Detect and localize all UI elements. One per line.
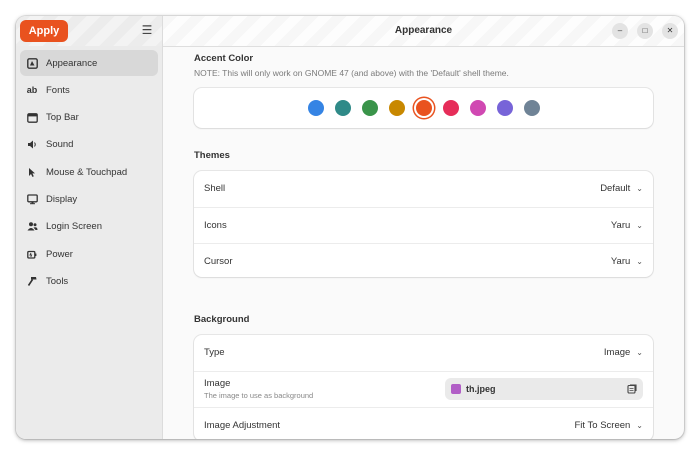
image-file-icon	[451, 384, 461, 395]
themes-card: Shell Default ⌄ Icons Yaru ⌄ Cursor Yaru…	[194, 171, 653, 277]
sidebar-item-label: Login Screen	[46, 221, 102, 233]
apply-button[interactable]: Apply	[20, 20, 68, 42]
image-adjustment-value: Fit To Screen	[574, 420, 631, 432]
accent-swatch-5[interactable]	[415, 100, 432, 116]
sidebar-item-label: Mouse & Touchpad	[46, 166, 128, 178]
icons-value: Yaru	[610, 219, 631, 231]
cursor-row[interactable]: Cursor Yaru ⌄	[194, 244, 653, 280]
image-sublabel: The image to use as background	[204, 391, 314, 401]
sidebar-item-sound[interactable]: Sound	[20, 132, 158, 158]
chevron-down-icon: ⌄	[636, 257, 643, 267]
background-card: Type Image ⌄ Image The image to use as b…	[194, 335, 653, 439]
cursor-dropdown[interactable]: Yaru ⌄	[611, 256, 643, 267]
sidebar-item-label: Appearance	[46, 57, 98, 69]
document-open-icon	[627, 384, 637, 394]
image-label: Image	[204, 378, 231, 390]
icons-row[interactable]: Icons Yaru ⌄	[194, 208, 653, 244]
type-value: Image	[603, 347, 631, 359]
sidebar-item-label: Sound	[46, 139, 74, 151]
accent-color-note: NOTE: This will only work on GNOME 47 (a…	[194, 68, 509, 78]
chevron-down-icon: ⌄	[636, 220, 643, 230]
sidebar-item-label: Display	[46, 193, 78, 205]
icons-dropdown[interactable]: Yaru ⌄	[611, 220, 643, 231]
sidebar-nav: Appearance ab Fonts Top Bar Sound Mouse …	[16, 50, 162, 294]
shell-dropdown[interactable]: Default ⌄	[600, 183, 643, 194]
accent-swatch-group	[194, 88, 653, 128]
accent-swatch-9[interactable]	[523, 100, 540, 116]
header-bar: Appearance – □ ✕	[163, 16, 684, 47]
sound-icon	[26, 139, 38, 151]
image-adjustment-label: Image Adjustment	[204, 420, 281, 432]
accent-swatch-1[interactable]	[307, 100, 324, 116]
display-icon	[26, 193, 38, 205]
chevron-down-icon: ⌄	[636, 421, 643, 431]
hamburger-menu-icon[interactable]: ☰	[141, 23, 153, 37]
themes-title: Themes	[194, 150, 230, 161]
shell-row[interactable]: Shell Default ⌄	[194, 171, 653, 208]
shell-label: Shell	[204, 183, 226, 195]
type-label: Type	[204, 347, 225, 359]
icons-label: Icons	[204, 219, 227, 231]
image-row: Image The image to use as background th.…	[194, 372, 653, 408]
power-plug-icon	[26, 248, 38, 260]
accent-swatch-6[interactable]	[442, 100, 459, 116]
appearance-icon	[26, 57, 38, 69]
background-title: Background	[194, 314, 250, 325]
image-file-chooser-button[interactable]: th.jpeg	[445, 378, 643, 401]
maximize-icon[interactable]: □	[637, 23, 653, 39]
type-row[interactable]: Type Image ⌄	[194, 335, 653, 372]
sidebar-header: Apply ☰	[16, 16, 162, 46]
sidebar: Apply ☰ Appearance ab Fonts Top Bar Soun…	[16, 16, 163, 439]
sidebar-item-fonts[interactable]: ab Fonts	[20, 77, 158, 103]
accent-swatch-7[interactable]	[469, 100, 486, 116]
sidebar-item-top-bar[interactable]: Top Bar	[20, 105, 158, 131]
close-icon[interactable]: ✕	[662, 23, 678, 39]
cursor-label: Cursor	[204, 256, 233, 268]
mouse-pointer-icon	[26, 166, 38, 178]
image-adjustment-dropdown[interactable]: Fit To Screen ⌄	[575, 420, 644, 431]
sidebar-item-label: Top Bar	[46, 112, 79, 124]
accent-color-title: Accent Color	[194, 53, 254, 64]
sidebar-item-tools[interactable]: Tools	[20, 268, 158, 294]
sidebar-item-display[interactable]: Display	[20, 186, 158, 212]
accent-swatch-4[interactable]	[388, 100, 405, 116]
page-title: Appearance	[394, 25, 453, 36]
chevron-down-icon: ⌄	[636, 348, 643, 358]
app-window: Apply ☰ Appearance ab Fonts Top Bar Soun…	[16, 16, 684, 439]
minimize-icon[interactable]: –	[612, 23, 628, 39]
image-label-group: Image The image to use as background	[204, 378, 313, 400]
sidebar-item-login-screen[interactable]: Login Screen	[20, 214, 158, 240]
file-name-group: th.jpeg	[451, 384, 496, 395]
sidebar-item-label: Fonts	[46, 84, 70, 96]
sidebar-item-power[interactable]: Power	[20, 241, 158, 267]
sidebar-item-label: Power	[46, 248, 73, 260]
accent-swatch-8[interactable]	[496, 100, 513, 116]
top-bar-icon	[26, 112, 38, 124]
main-pane: Appearance – □ ✕ Accent Color NOTE: This…	[163, 16, 684, 439]
chevron-down-icon: ⌄	[636, 184, 643, 194]
fonts-icon: ab	[26, 85, 38, 96]
accent-color-card	[194, 88, 653, 128]
cursor-value: Yaru	[610, 256, 631, 268]
sidebar-item-label: Tools	[46, 275, 69, 287]
users-icon	[26, 221, 38, 233]
type-dropdown[interactable]: Image ⌄	[604, 347, 643, 358]
shell-value: Default	[600, 183, 631, 195]
image-file-name: th.jpeg	[466, 384, 496, 395]
sidebar-item-mouse-touchpad[interactable]: Mouse & Touchpad	[20, 159, 158, 185]
sidebar-item-appearance[interactable]: Appearance	[20, 50, 158, 76]
accent-swatch-2[interactable]	[334, 100, 351, 116]
image-adjustment-row[interactable]: Image Adjustment Fit To Screen ⌄	[194, 408, 653, 439]
accent-swatch-3[interactable]	[361, 100, 378, 116]
hammer-icon	[26, 275, 38, 287]
